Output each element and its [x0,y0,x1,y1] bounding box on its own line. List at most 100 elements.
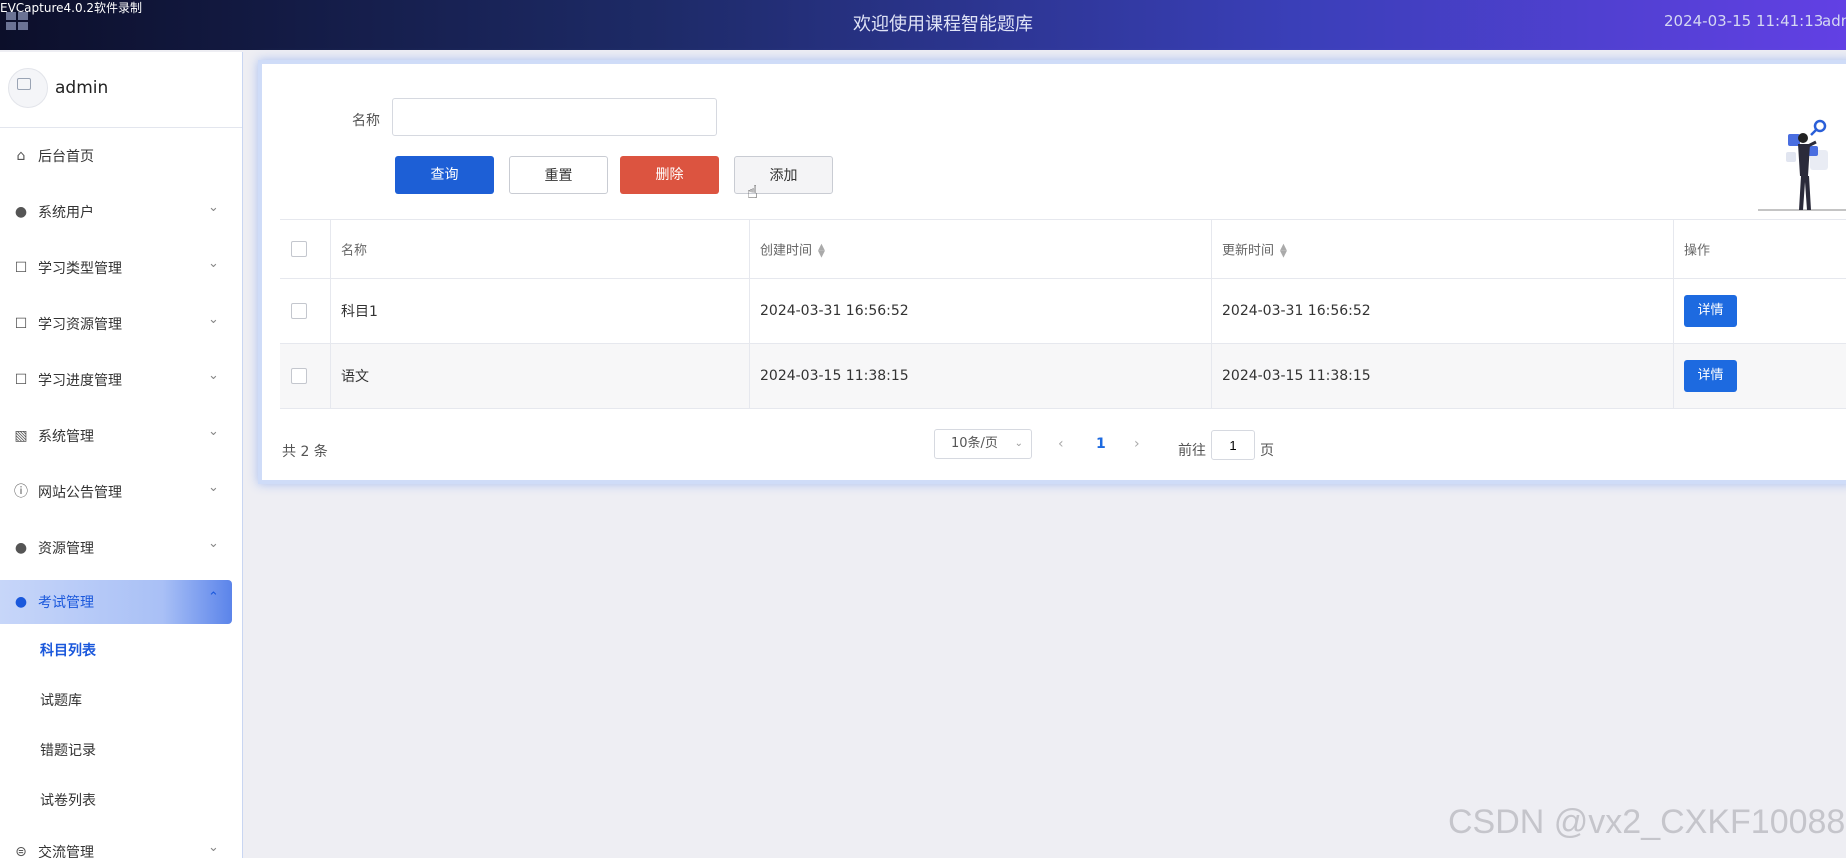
sort-icon[interactable]: ▲ ▼ [1280,243,1287,259]
delete-button[interactable]: 删除 [620,156,719,194]
table-row: 科目1 2024-03-31 16:56:52 2024-03-31 16:56… [280,279,1846,344]
sidebar-item-label: 系统管理 [38,429,94,445]
sidebar-item-study-resources[interactable]: ☐ 学习资源管理 ⌄ [0,296,242,352]
watermark: CSDN @vx2_CXKF10088 [1448,803,1846,841]
sidebar-item-study-type[interactable]: ☐ 学习类型管理 ⌄ [0,240,242,296]
sidebar-user: admin [0,52,242,128]
chevron-down-icon: ⌄ [1014,438,1023,449]
cell-created-text: 2024-03-15 11:38:15 [760,368,909,384]
search-label: 名称 [352,113,380,129]
row-check-cell [280,344,330,408]
sidebar-item-exams[interactable]: ● 考试管理 ⌃ [0,580,232,624]
header-created[interactable]: 创建时间 ▲ ▼ [749,220,1211,278]
sidebar-subitem-wrong-records[interactable]: 错题记录 [0,724,242,774]
sidebar-item-system-users[interactable]: ● 系统用户 ⌄ [0,184,242,240]
user-icon: ● [14,204,28,220]
chevron-down-icon: ⌄ [208,840,219,855]
detail-button[interactable]: 详情 [1684,360,1737,392]
prev-page-icon[interactable]: ‹ [1058,436,1064,452]
cell-name-text: 语文 [341,369,369,385]
tag-icon: ☐ [14,260,28,276]
sidebar-item-label: 交流管理 [38,845,94,858]
page-size-select[interactable]: 10条/页 ⌄ [934,429,1032,459]
cell-created-text: 2024-03-31 16:56:52 [760,303,909,319]
sidebar-subitem-label: 科目列表 [40,643,96,659]
tag-icon: ☐ [14,316,28,332]
top-header: EVCapture4.0.2软件录制 欢迎使用课程智能题库 2024-03-15… [0,0,1846,50]
header-ops-label: 操作 [1684,243,1711,259]
hand-cursor-icon: ☝ [747,182,758,203]
sidebar-subitem-label: 试卷列表 [40,793,96,809]
info-icon: ⓘ [14,484,28,500]
page-number-current[interactable]: 1 [1096,436,1106,452]
chevron-down-icon: ⌄ [208,200,219,215]
chevron-up-icon: ⌃ [208,590,219,605]
sidebar-subitem-papers[interactable]: 试卷列表 [0,774,242,824]
header-name: 名称 [330,220,749,278]
header-title: 欢迎使用课程智能题库 [853,14,1033,35]
next-page-icon[interactable]: › [1134,436,1140,452]
cell-created: 2024-03-31 16:56:52 [749,279,1211,343]
header-updated-label: 更新时间 [1222,243,1275,259]
cell-ops: 详情 [1673,279,1846,343]
home-icon: ⌂ [16,148,26,164]
tag-icon: ☐ [14,372,28,388]
row-checkbox[interactable] [291,368,307,384]
chevron-down-icon: ⌄ [208,424,219,439]
goto-suffix: 页 [1260,443,1274,459]
cell-ops: 详情 [1673,344,1846,408]
avatar [8,68,48,108]
row-checkbox[interactable] [291,303,307,319]
table-header-row: 名称 创建时间 ▲ ▼ 更新时间 ▲ ▼ 操作 [280,220,1846,279]
header-created-label: 创建时间 [760,243,813,259]
sidebar-subitem-label: 错题记录 [40,743,96,759]
sidebar-item-announcements[interactable]: ⓘ 网站公告管理 ⌄ [0,464,242,520]
bulb-icon: ● [14,540,28,556]
sidebar-subitem-subjects[interactable]: 科目列表 [0,624,242,674]
sidebar-subitem-question-bank[interactable]: 试题库 [0,674,242,724]
header-datetime: 2024-03-15 11:41:13 [1664,12,1824,30]
sidebar-item-label: 学习资源管理 [38,317,122,333]
reset-button[interactable]: 重置 [509,156,608,194]
sidebar-item-study-progress[interactable]: ☐ 学习进度管理 ⌄ [0,352,242,408]
sidebar: admin ⌂ 后台首页 ● 系统用户 ⌄ ☐ 学习类型管理 ⌄ ☐ 学习资源管… [0,52,243,858]
cell-updated: 2024-03-31 16:56:52 [1211,279,1673,343]
image-icon: ▧ [14,428,28,444]
chevron-down-icon: ⌄ [208,256,219,271]
decorative-illustration [1758,119,1846,211]
sidebar-item-label: 学习类型管理 [38,261,122,277]
sidebar-item-label: 考试管理 [38,595,94,611]
table-row: 语文 2024-03-15 11:38:15 2024-03-15 11:38:… [280,344,1846,409]
sidebar-item-label: 后台首页 [38,149,94,165]
subjects-table: 名称 创建时间 ▲ ▼ 更新时间 ▲ ▼ 操作 科目1 2024-03-31 16:56… [280,219,1846,409]
header-ops: 操作 [1673,220,1846,278]
name-search-input[interactable] [392,98,717,136]
chat-icon: ⊜ [15,844,27,858]
header-updated[interactable]: 更新时间 ▲ ▼ [1211,220,1673,278]
header-name-label: 名称 [341,243,368,259]
header-username[interactable]: admin [1822,12,1846,30]
select-all-checkbox[interactable] [291,241,307,257]
sidebar-item-communication[interactable]: ⊜ 交流管理 ⌄ [0,824,242,858]
sidebar-item-dashboard[interactable]: ⌂ 后台首页 [0,128,242,184]
goto-page-input[interactable] [1211,430,1255,460]
header-check-cell [280,220,330,278]
goto-label: 前往 [1178,443,1206,459]
cell-updated-text: 2024-03-15 11:38:15 [1222,368,1371,384]
sidebar-username: admin [55,78,109,98]
chevron-down-icon: ⌄ [208,536,219,551]
cell-name: 科目1 [330,279,749,343]
sidebar-item-system[interactable]: ▧ 系统管理 ⌄ [0,408,242,464]
query-button[interactable]: 查询 [395,156,494,194]
sidebar-item-resources[interactable]: ● 资源管理 ⌄ [0,520,242,576]
row-check-cell [280,279,330,343]
chevron-down-icon: ⌄ [208,312,219,327]
chevron-down-icon: ⌄ [208,480,219,495]
detail-button[interactable]: 详情 [1684,295,1737,327]
sidebar-item-label: 学习进度管理 [38,373,122,389]
cell-updated: 2024-03-15 11:38:15 [1211,344,1673,408]
cell-name-text: 科目1 [341,304,378,320]
cell-updated-text: 2024-03-31 16:56:52 [1222,303,1371,319]
sort-icon[interactable]: ▲ ▼ [818,243,825,259]
sidebar-item-label: 资源管理 [38,541,94,557]
